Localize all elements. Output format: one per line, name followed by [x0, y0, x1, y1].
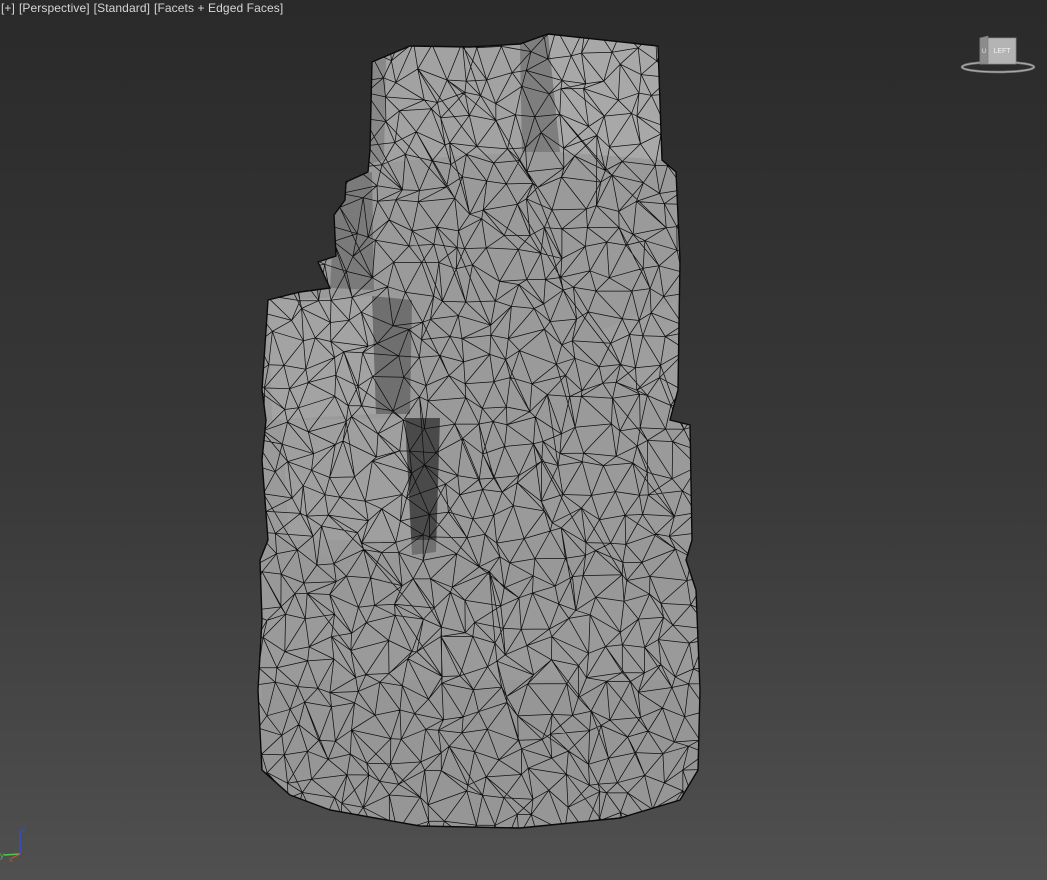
- svg-text:z: z: [22, 825, 26, 834]
- axis-tripod: z y x: [0, 822, 34, 864]
- perspective-viewport[interactable]: [+] [Perspective] [Standard] [Facets + Edge…: [0, 0, 1047, 880]
- mesh-surface: [257, 33, 701, 829]
- viewcube-side-label: U: [982, 49, 986, 55]
- svg-text:x: x: [9, 857, 13, 862]
- viewcube-face-label: LEFT: [993, 48, 1011, 55]
- svg-text:y: y: [0, 851, 4, 860]
- viewcube[interactable]: LEFT U: [958, 30, 1038, 80]
- rock-column-mesh[interactable]: [0, 0, 1047, 880]
